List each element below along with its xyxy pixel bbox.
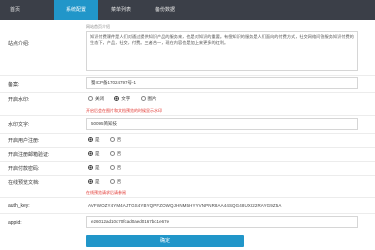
watermark-option-text[interactable]: 文字 (114, 96, 130, 101)
divider (0, 92, 375, 93)
watermark-radio-group: 关闭 文字 图片 (88, 96, 166, 102)
watermark-option-off[interactable]: 关闭 (88, 96, 104, 101)
appid-input[interactable]: e26012ad10c70fcad0aed0167bc1e67e (86, 216, 358, 228)
top-hint: 网站首页介绍 (86, 24, 110, 29)
user-register-label: 开启用户注册: (8, 138, 40, 144)
radio-icon (109, 165, 115, 170)
radio-icon (109, 151, 115, 156)
online-preview-label: 在线预览文档: (8, 180, 40, 186)
pay-verify-yes[interactable]: 是 (88, 165, 100, 170)
watermark-text-label: 水印文字: (8, 122, 30, 128)
submit-button[interactable]: 确定 (86, 235, 244, 247)
radio-checked-icon (114, 96, 120, 101)
online-preview-radio-group: 是 否 (88, 179, 130, 185)
radio-icon (140, 96, 146, 101)
tab-backup-data[interactable]: 备份数据 (144, 0, 186, 20)
watermark-hint: 开启后会在图片和文档预览的时候显示水印 (86, 108, 162, 113)
divider (0, 147, 375, 148)
intro-textarea[interactable]: 知识付费课件是人们对通过提供知识产品的服务来，也是对知识的重要。有偿知识的服务是… (86, 31, 358, 71)
register-verify-label: 开启注册邮箱验证: (8, 152, 50, 158)
radio-checked-icon (88, 151, 93, 156)
divider (0, 133, 375, 134)
register-verify-radio-group: 是 否 (88, 151, 130, 157)
divider (0, 75, 375, 76)
radio-icon (109, 137, 115, 142)
top-nav-bar: 首页 系统配置 菜单列表 备份数据 (0, 0, 375, 20)
register-verify-yes[interactable]: 是 (88, 151, 100, 156)
divider (0, 197, 375, 198)
appid-label: appid: (8, 220, 22, 226)
icp-input[interactable]: 蜀ICP备17024797号-1 (86, 77, 358, 89)
user-register-radio-group: 是 否 (88, 137, 130, 143)
intro-label: 站点介绍: (8, 41, 30, 47)
register-verify-no[interactable]: 否 (109, 151, 121, 156)
divider (0, 213, 375, 214)
pay-verify-label: 开启付款密码: (8, 166, 40, 172)
online-preview-hint: 在线预览请求后请参阅 (86, 190, 126, 195)
radio-checked-icon (88, 179, 93, 184)
divider (0, 175, 375, 176)
icp-label: 备案: (8, 82, 20, 88)
tab-home[interactable]: 首页 (0, 0, 30, 20)
user-register-no[interactable]: 否 (109, 137, 121, 142)
divider (0, 161, 375, 162)
tab-system-config[interactable]: 系统配置 (54, 0, 98, 20)
online-preview-yes[interactable]: 是 (88, 179, 100, 184)
radio-icon (88, 96, 93, 101)
auth-key-label: auth_key: (8, 203, 30, 209)
user-register-yes[interactable]: 是 (88, 137, 100, 142)
radio-checked-icon (88, 137, 93, 142)
watermark-text-input[interactable]: 50095简知技 (86, 118, 358, 130)
tab-menu-list[interactable]: 菜单列表 (100, 0, 142, 20)
pay-verify-no[interactable]: 否 (109, 165, 121, 170)
radio-icon (109, 179, 115, 184)
watermark-label: 开启水印: (8, 97, 30, 103)
pay-verify-radio-group: 是 否 (88, 165, 130, 171)
divider (0, 115, 375, 116)
watermark-option-image[interactable]: 图片 (140, 96, 157, 101)
online-preview-no[interactable]: 否 (109, 179, 121, 184)
auth-key-value: AVFWOZY4YM4AJTGS4YBYQPFZOWQJHNM5HYYVNPNR… (88, 203, 282, 208)
radio-checked-icon (88, 165, 93, 170)
config-form: 网站首页介绍 站点介绍: 知识付费课件是人们对通过提供知识产品的服务来，也是对知… (0, 20, 375, 250)
